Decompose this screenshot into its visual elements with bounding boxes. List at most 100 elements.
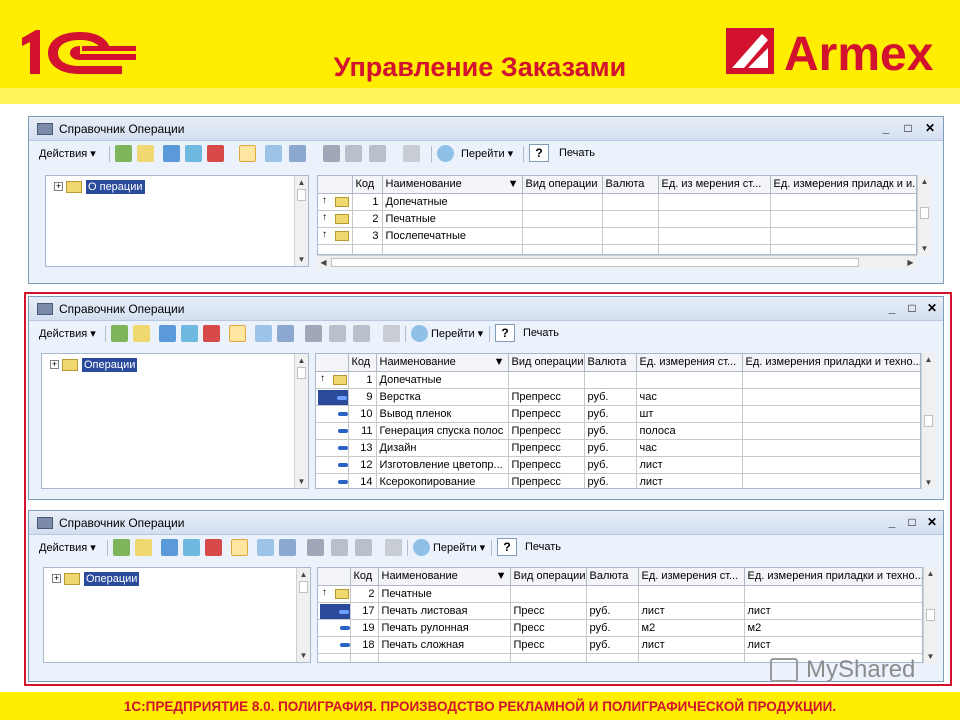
maximize-icon[interactable]: □ — [905, 301, 919, 315]
column-header-operation-type[interactable]: Вид операции — [522, 176, 603, 194]
close-icon[interactable]: ✕ — [923, 121, 937, 135]
refresh-icon[interactable] — [437, 145, 454, 162]
column-header-operation-type[interactable]: Вид операции — [510, 568, 587, 586]
cell-name[interactable]: Печать сложная — [378, 636, 511, 654]
cell-unit[interactable]: час — [636, 388, 743, 406]
scroll-thumb[interactable] — [297, 367, 306, 379]
row-icon-cell[interactable]: ↑ — [316, 371, 349, 389]
column-header-icon[interactable] — [316, 354, 349, 372]
level-up-icon[interactable] — [277, 325, 294, 342]
filter-value-icon[interactable] — [331, 539, 348, 556]
help-button[interactable]: ? — [497, 538, 517, 556]
cell-currency[interactable]: руб. — [586, 619, 639, 637]
column-header-icon[interactable] — [318, 568, 351, 586]
cell-operation-type[interactable] — [522, 193, 603, 211]
table-row[interactable]: 19 Печать рулонная Пресс руб. м2 м2 — [318, 619, 922, 637]
expand-icon[interactable]: + — [52, 574, 61, 583]
tree-scrollbar[interactable]: ▲ ▼ — [294, 176, 308, 266]
table-vscroll[interactable]: ▲ ▼ — [917, 175, 931, 255]
move-to-group-icon[interactable] — [265, 145, 282, 162]
hscroll-thumb[interactable] — [331, 258, 859, 267]
column-header-code[interactable]: Код — [350, 568, 379, 586]
print-button[interactable]: Печать — [559, 147, 595, 159]
row-icon-cell[interactable] — [316, 422, 349, 440]
table-row[interactable]: 10 Вывод пленок Препресс руб. шт — [316, 405, 920, 423]
add-icon[interactable] — [111, 325, 128, 342]
table-row[interactable]: 13 Дизайн Препресс руб. час — [316, 439, 920, 457]
maximize-icon[interactable]: □ — [901, 121, 915, 135]
column-header-setup-unit[interactable]: Ед. измерения приладки и техно... — [742, 354, 920, 372]
table-row[interactable]: 9 Верстка Препресс руб. час — [316, 388, 920, 406]
column-header-setup-unit[interactable]: Ед. измерения приладки и техно... — [744, 568, 922, 586]
cell-operation-type[interactable]: Пресс — [510, 602, 587, 620]
column-header-unit[interactable]: Ед. из мерения ст... — [658, 176, 771, 194]
cell-code[interactable]: 9 — [348, 388, 377, 406]
table-row[interactable]: 14 Ксерокопирование Препресс руб. лист — [316, 473, 920, 488]
window-titlebar[interactable]: Справочник Операции _ □ ✕ — [29, 117, 943, 141]
maximize-icon[interactable]: □ — [905, 515, 919, 529]
scroll-thumb[interactable] — [926, 609, 935, 621]
cell-setup-unit[interactable] — [742, 405, 920, 423]
scroll-down-icon[interactable]: ▼ — [296, 254, 307, 265]
cell-unit[interactable]: м2 — [638, 619, 745, 637]
scroll-up-icon[interactable]: ▲ — [296, 177, 307, 188]
column-header-currency[interactable]: Валюта — [584, 354, 637, 372]
cell-currency[interactable]: руб. — [584, 456, 637, 474]
table-group-row[interactable]: ↑ 2 Печатные — [318, 210, 916, 228]
scroll-up-icon[interactable]: ▲ — [919, 176, 930, 187]
tree-scrollbar[interactable]: ▲ ▼ — [296, 568, 310, 662]
cell-setup-unit[interactable] — [742, 388, 920, 406]
cell-operation-type[interactable] — [522, 227, 603, 245]
cell-operation-type[interactable]: Препресс — [508, 388, 585, 406]
cell-unit[interactable]: лист — [636, 456, 743, 474]
cell-setup-unit[interactable]: м2 — [744, 619, 922, 637]
cell-name[interactable]: Послепечатные — [382, 227, 523, 245]
cell-operation-type[interactable]: Пресс — [510, 636, 587, 654]
cell-name[interactable]: Генерация спуска полос — [376, 422, 509, 440]
cell-code[interactable]: 19 — [350, 619, 379, 637]
cell-name[interactable]: Печать рулонная — [378, 619, 511, 637]
minimize-icon[interactable]: _ — [885, 515, 899, 529]
row-icon-cell[interactable] — [318, 602, 351, 620]
actions-menu[interactable]: Действия ▾ — [39, 541, 96, 554]
cell-setup-unit[interactable] — [742, 439, 920, 457]
scroll-thumb[interactable] — [920, 207, 929, 219]
column-header-currency[interactable]: Валюта — [586, 568, 639, 586]
cell-name[interactable]: Допечатные — [376, 371, 509, 389]
minimize-icon[interactable]: _ — [885, 301, 899, 315]
cell-currency[interactable]: руб. — [586, 602, 639, 620]
cell-currency[interactable] — [602, 227, 659, 245]
move-to-group-icon[interactable] — [257, 539, 274, 556]
expand-icon[interactable]: + — [50, 360, 59, 369]
row-icon-cell[interactable]: ↑ — [318, 193, 353, 211]
add-icon[interactable] — [115, 145, 132, 162]
copy-icon[interactable] — [161, 539, 178, 556]
cell-unit[interactable]: шт — [636, 405, 743, 423]
hierarchy-toggle-icon[interactable] — [229, 325, 246, 342]
cell-code[interactable]: 3 — [352, 227, 383, 245]
column-header-name[interactable]: Наименование ▼ — [382, 176, 523, 194]
clear-filter-icon[interactable] — [385, 539, 402, 556]
cell-operation-type[interactable]: Препресс — [508, 422, 585, 440]
cell-name[interactable]: Печатные — [378, 585, 511, 603]
cell-unit[interactable]: полоса — [636, 422, 743, 440]
cell-operation-type[interactable]: Препресс — [508, 456, 585, 474]
cell-unit[interactable]: лист — [636, 473, 743, 488]
move-to-group-icon[interactable] — [255, 325, 272, 342]
add-group-icon[interactable] — [135, 539, 152, 556]
cell-unit[interactable] — [638, 585, 745, 603]
cell-operation-type[interactable]: Пресс — [510, 619, 587, 637]
row-icon-cell[interactable]: ↑ — [318, 210, 353, 228]
edit-icon[interactable] — [181, 325, 198, 342]
delete-icon[interactable] — [203, 325, 220, 342]
refresh-icon[interactable] — [413, 539, 430, 556]
cell-name[interactable]: Печать листовая — [378, 602, 511, 620]
column-header-icon[interactable] — [318, 176, 353, 194]
cell-code[interactable]: 2 — [352, 210, 383, 228]
scroll-up-icon[interactable]: ▲ — [296, 355, 307, 366]
table-row[interactable]: 12 Изготовление цветопр... Препресс руб. лис… — [316, 456, 920, 474]
scroll-up-icon[interactable]: ▲ — [925, 568, 936, 579]
cell-currency[interactable]: руб. — [584, 439, 637, 457]
cell-currency[interactable] — [584, 371, 637, 389]
help-button[interactable]: ? — [529, 144, 549, 162]
